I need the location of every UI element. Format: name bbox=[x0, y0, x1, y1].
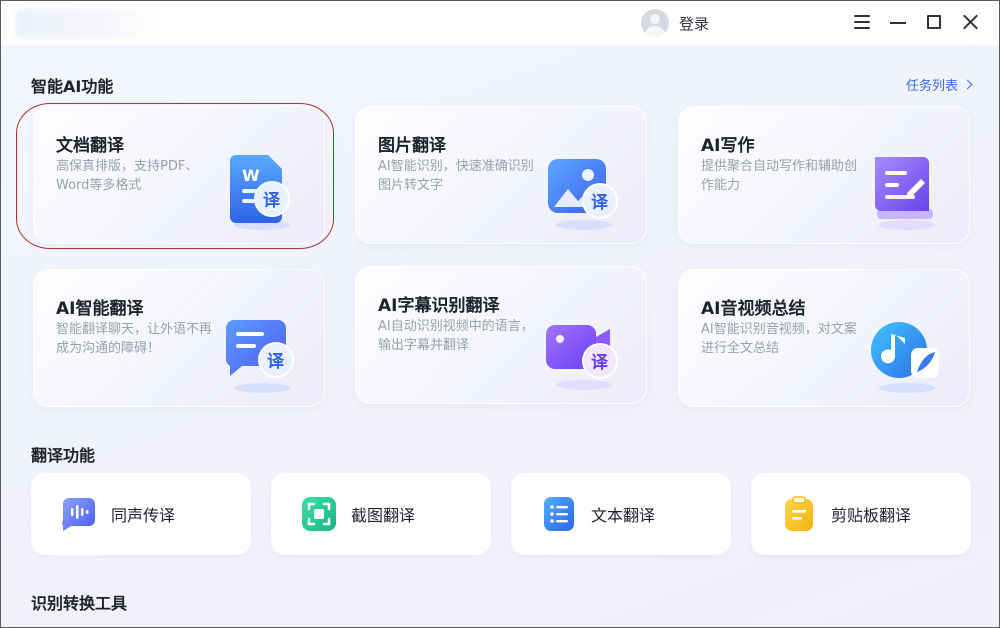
tool-label: 同声传译 bbox=[111, 506, 176, 525]
minimize-icon[interactable] bbox=[889, 11, 907, 33]
app-logo bbox=[15, 9, 167, 39]
subtitle-translate-icon: 译 bbox=[546, 325, 618, 390]
ai-writing-icon bbox=[875, 157, 935, 230]
card-title: AI写作 bbox=[701, 136, 755, 156]
svg-text:W: W bbox=[242, 166, 260, 185]
tool-screenshot-translate[interactable]: 截图翻译 bbox=[271, 473, 491, 555]
text-translate-icon bbox=[544, 497, 574, 531]
tool-label: 截图翻译 bbox=[351, 506, 416, 525]
card-image-translate[interactable]: 图片翻译 AI智能识别，快速准确识别图片转文字 译 bbox=[355, 106, 647, 244]
card-desc: 智能翻译聊天，让外语不再成为沟通的障碍！ bbox=[56, 322, 213, 356]
card-ai-smart-translate[interactable]: AI智能翻译 智能翻译聊天，让外语不再成为沟通的障碍！ 译 bbox=[33, 269, 325, 407]
card-subtitle-translate[interactable]: AI字幕识别翻译 AI自动识别视频中的语言，输出字幕并翻译 译 bbox=[355, 266, 647, 404]
card-title: 图片翻译 bbox=[378, 136, 446, 156]
card-desc: AI智能识别音视频，对文案进行全文总结 bbox=[701, 322, 857, 356]
card-desc: 提供聚合自动写作和辅助创作能力 bbox=[701, 159, 858, 193]
chat-translate-icon: 译 bbox=[225, 320, 294, 393]
card-desc: 高保真排版，支持PDF、Word等多格式 bbox=[56, 159, 199, 193]
title-bar: 登录 bbox=[1, 1, 999, 45]
svg-text:译: 译 bbox=[267, 352, 285, 372]
card-av-summary[interactable]: AI音视频总结 AI智能识别音视频，对文案进行全文总结 bbox=[678, 269, 970, 407]
image-translate-icon: 译 bbox=[548, 159, 618, 230]
screenshot-translate-icon bbox=[302, 497, 336, 531]
menu-icon[interactable] bbox=[853, 11, 871, 33]
app-window: 登录 智能AI功能 任务列表 文档翻译 高保真排版，支持PDF、Word等多格式 bbox=[0, 0, 1000, 628]
tool-label: 剪贴板翻译 bbox=[831, 506, 912, 525]
maximize-icon[interactable] bbox=[925, 11, 943, 33]
card-ai-writing[interactable]: AI写作 提供聚合自动写作和辅助创作能力 bbox=[678, 106, 970, 244]
tool-voice-interpret[interactable]: 同声传译 bbox=[31, 473, 251, 555]
card-document-translate[interactable]: 文档翻译 高保真排版，支持PDF、Word等多格式 W 译 bbox=[33, 106, 325, 244]
card-title: AI字幕识别翻译 bbox=[378, 296, 500, 316]
document-translate-icon: W 译 bbox=[230, 155, 290, 230]
svg-text:译: 译 bbox=[591, 193, 609, 213]
card-title: AI音视频总结 bbox=[701, 299, 806, 319]
section-title-ai: 智能AI功能 bbox=[31, 77, 114, 96]
tool-text-translate[interactable]: 文本翻译 bbox=[511, 473, 731, 555]
card-desc: AI智能识别，快速准确识别图片转文字 bbox=[378, 159, 534, 193]
svg-text:译: 译 bbox=[263, 191, 281, 211]
svg-text:译: 译 bbox=[591, 353, 609, 373]
window-controls bbox=[853, 11, 979, 33]
card-title: 文档翻译 bbox=[56, 136, 124, 156]
clipboard-translate-icon bbox=[785, 496, 813, 531]
section-title-translate: 翻译功能 bbox=[31, 446, 96, 465]
task-list-label: 任务列表 bbox=[905, 79, 958, 94]
voice-interpret-icon bbox=[62, 498, 95, 531]
close-icon[interactable] bbox=[961, 11, 979, 33]
section-title-convert: 识别转换工具 bbox=[31, 594, 128, 613]
avatar-icon bbox=[641, 9, 669, 37]
av-summary-icon bbox=[871, 322, 939, 393]
login-button[interactable]: 登录 bbox=[641, 9, 709, 37]
tool-clipboard-translate[interactable]: 剪贴板翻译 bbox=[751, 473, 971, 555]
chevron-right-icon bbox=[962, 79, 973, 90]
card-desc: AI自动识别视频中的语言，输出字幕并翻译 bbox=[378, 319, 534, 353]
task-list-link[interactable]: 任务列表 bbox=[905, 75, 973, 94]
login-label: 登录 bbox=[679, 14, 710, 33]
card-title: AI智能翻译 bbox=[56, 299, 144, 319]
tool-label: 文本翻译 bbox=[591, 506, 656, 525]
